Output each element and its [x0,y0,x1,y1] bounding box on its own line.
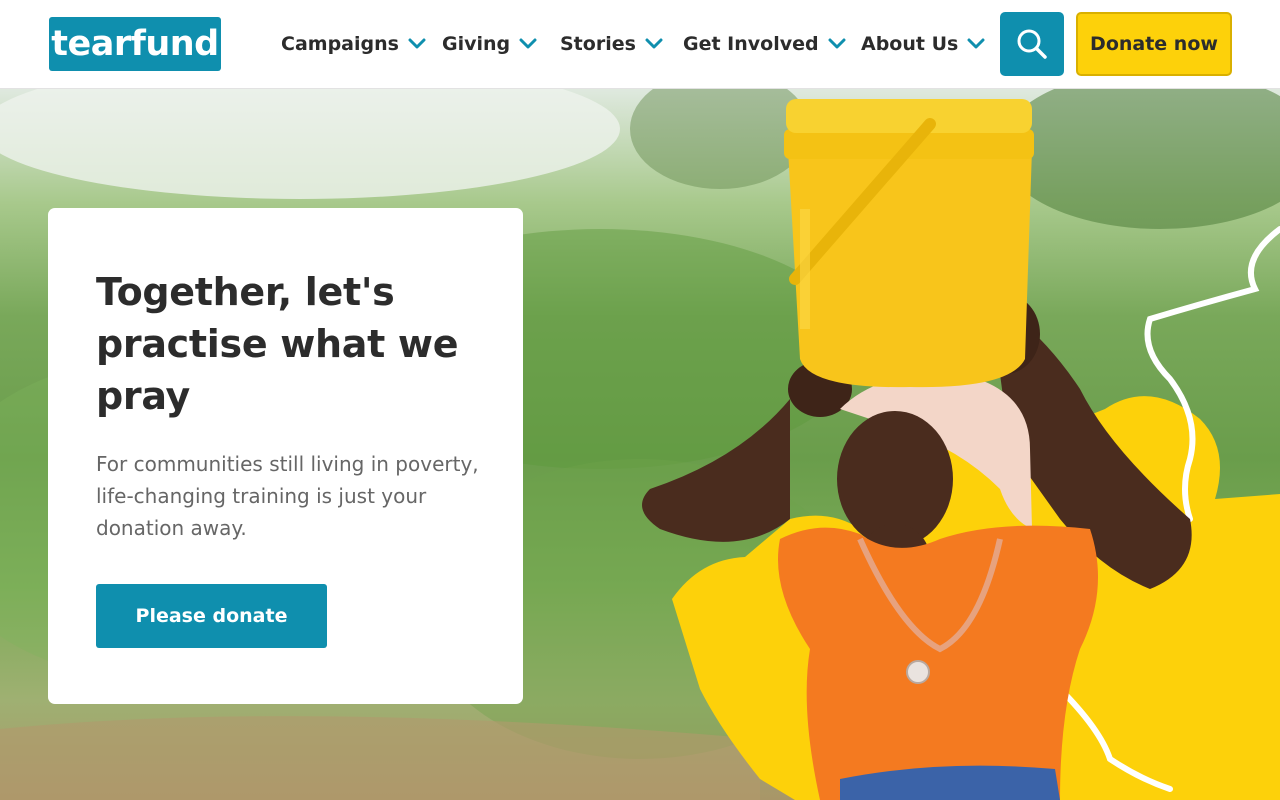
please-donate-button[interactable]: Please donate [96,584,327,648]
chevron-down-icon [967,38,985,49]
chevron-down-icon [828,38,846,49]
chevron-down-icon [645,38,663,49]
nav-item-label: Get Involved [683,33,819,55]
nav-item-campaigns[interactable]: Campaigns [281,28,426,60]
nav-item-giving[interactable]: Giving [442,28,537,60]
nav-item-stories[interactable]: Stories [560,28,663,60]
yellow-bucket [784,99,1034,388]
nav-item-about-us[interactable]: About Us [861,28,985,60]
tearfund-logo[interactable]: tearfund [49,17,221,71]
chevron-down-icon [408,38,426,49]
nav-item-label: Stories [560,33,636,55]
hero-heading: Together, let's practise what we pray [96,270,459,418]
chevron-down-icon [519,38,537,49]
nav-item-label: Giving [442,33,511,55]
nav-item-label: About Us [861,33,959,55]
hero-body-text: For communities still living in poverty,… [96,452,479,540]
nav-item-label: Campaigns [281,33,399,55]
search-icon [1017,29,1047,59]
search-button[interactable] [1000,12,1064,76]
hero-banner: Together, let's practise what we pray Fo… [0,89,1280,800]
site-header: tearfund Campaigns Giving Stories Get In… [0,0,1280,89]
hero-card: Together, let's practise what we pray Fo… [48,208,523,704]
nav-item-get-involved[interactable]: Get Involved [683,28,846,60]
donate-now-button[interactable]: Donate now [1076,12,1232,76]
